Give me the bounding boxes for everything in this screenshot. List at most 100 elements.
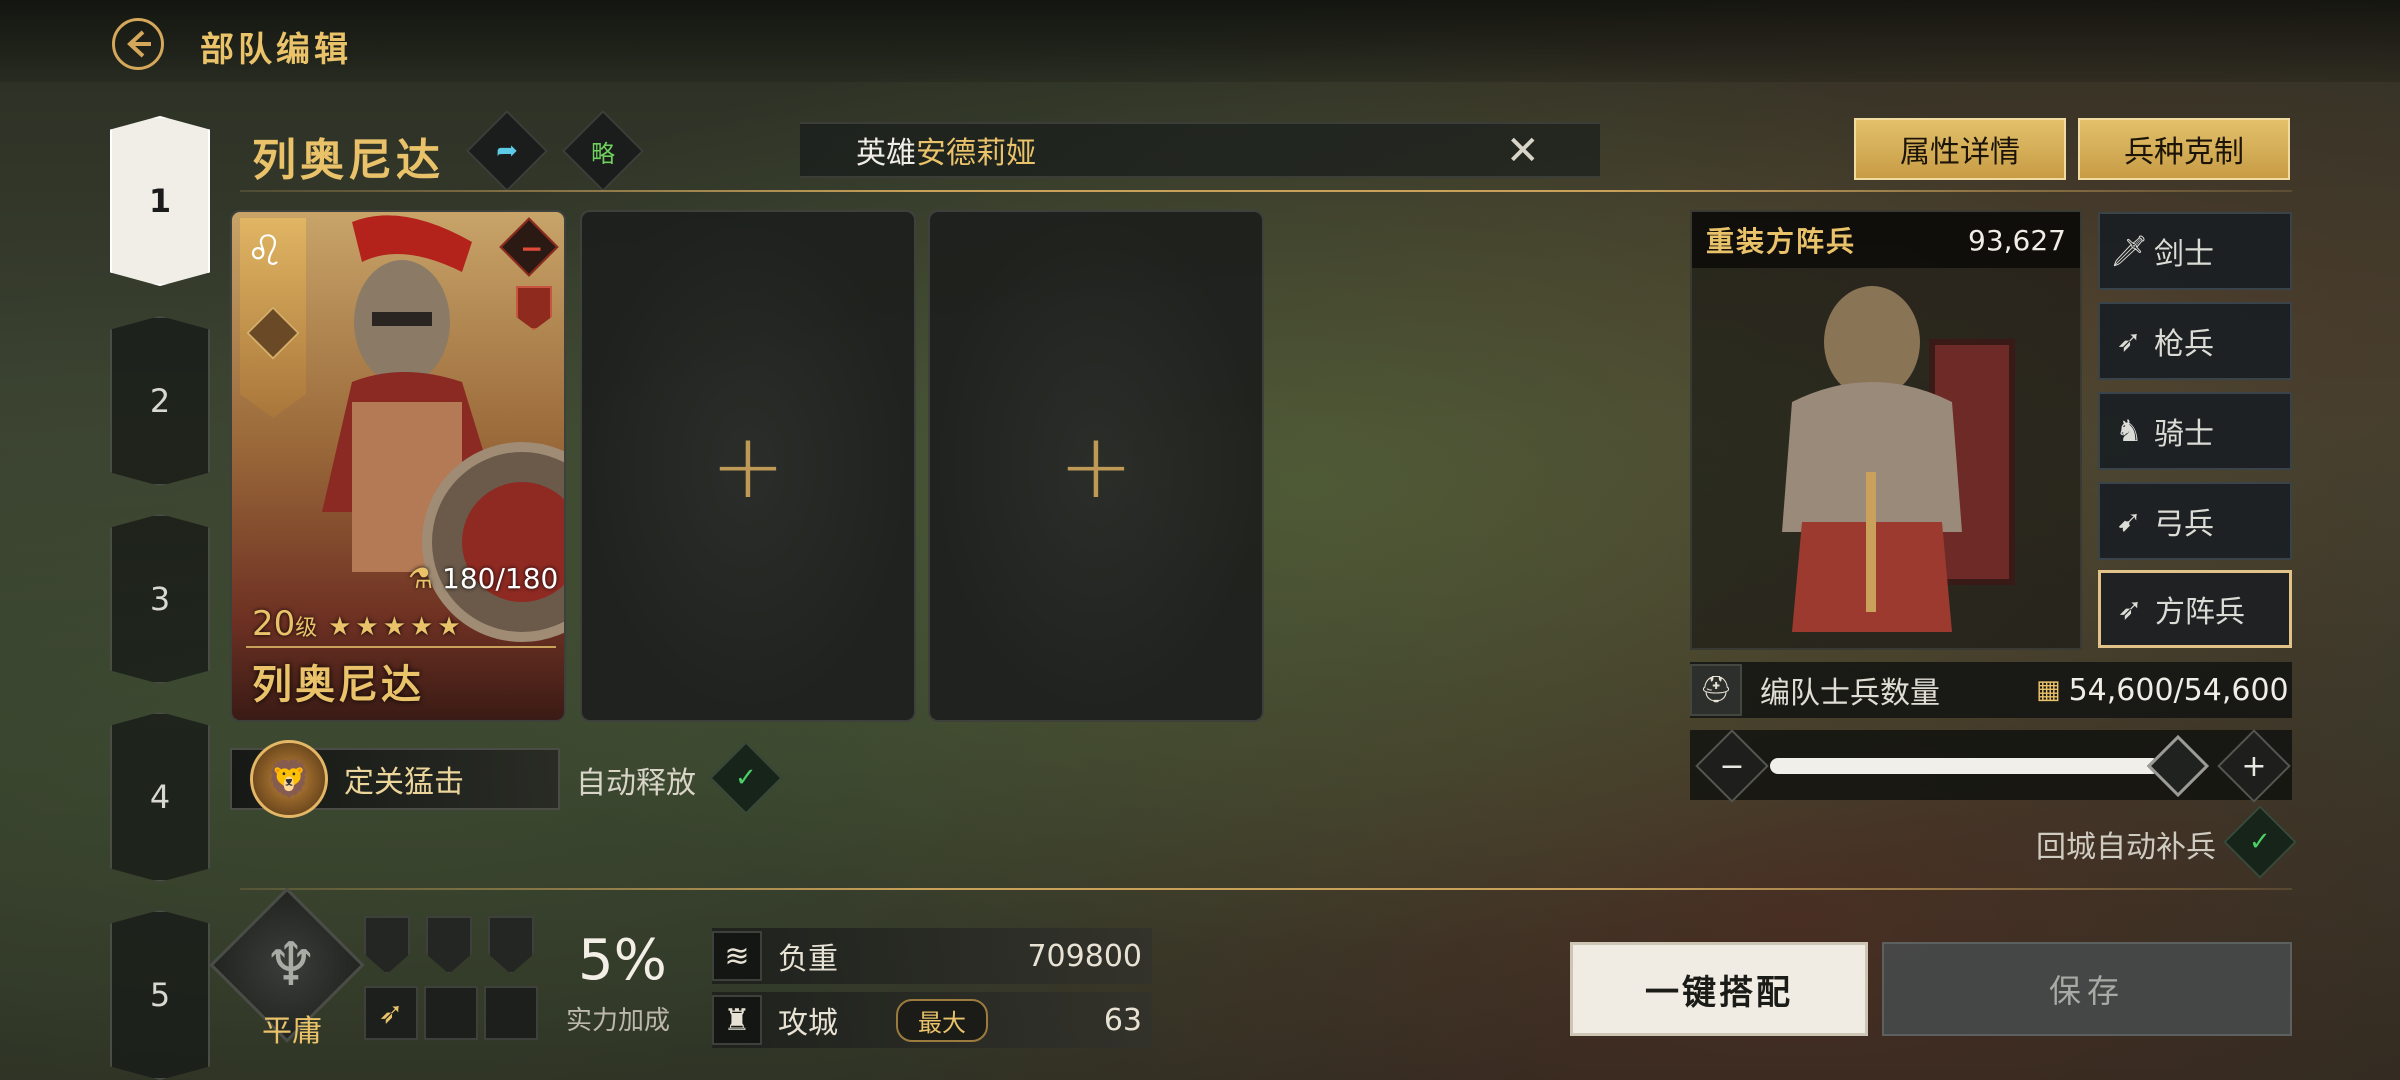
empty-hero-slot-2[interactable]: + xyxy=(580,210,916,722)
slot-label: 2 xyxy=(149,382,171,420)
save-button[interactable]: 保存 xyxy=(1882,942,2292,1036)
unit-type-knight[interactable]: ♞ 骑士 xyxy=(2098,392,2292,470)
search-prefix: 英雄 xyxy=(856,136,916,171)
load-value: 709800 xyxy=(1027,938,1142,974)
title-bar xyxy=(0,0,2400,82)
sword-icon: 🗡 xyxy=(2109,233,2149,269)
power-bonus-value: 5% xyxy=(578,928,667,993)
flask-icon: ⚗ xyxy=(408,562,434,595)
soldier-count-label: 编队士兵数量 xyxy=(1760,676,1940,711)
search-value: 安德莉娅 xyxy=(916,136,1036,171)
auto-release-label: 自动释放 xyxy=(576,766,696,801)
gear-slot-3[interactable] xyxy=(488,916,534,974)
lion-emblem-icon: ♌ xyxy=(246,226,284,275)
auto-equip-button[interactable]: 一键搭配 xyxy=(1570,942,1868,1036)
auto-refill-checkbox[interactable]: ✓ xyxy=(2223,805,2297,879)
hero-name: 列奥尼达 xyxy=(252,135,444,186)
unit-header: 重装方阵兵 93,627 xyxy=(1692,212,2080,268)
slot-label: 1 xyxy=(148,182,172,220)
layers-icon: ≋ xyxy=(712,931,762,981)
divider xyxy=(240,190,2292,192)
share-button[interactable]: ➦ xyxy=(465,109,549,193)
star-rating: ★★★★★ xyxy=(328,612,465,642)
unit-count: 93,627 xyxy=(1968,223,2066,257)
empty-hero-slot-3[interactable]: + xyxy=(928,210,1264,722)
slot-4[interactable]: 4 xyxy=(110,712,210,882)
skill-lion-icon: 🦁 xyxy=(250,740,328,818)
gear-slot-2[interactable] xyxy=(426,916,472,974)
slot-label: 5 xyxy=(149,976,171,1014)
plus-icon: + xyxy=(710,413,786,519)
divider xyxy=(240,888,2292,890)
bow-icon: ➹ xyxy=(2116,503,2142,539)
spear-slot[interactable]: ➶ xyxy=(364,986,418,1040)
slot-1[interactable]: 1 xyxy=(110,116,210,286)
unit-type-label: 方阵兵 xyxy=(2155,595,2245,630)
siege-row: ♜ 攻城 最大 63 xyxy=(712,992,1152,1048)
empty-slot[interactable] xyxy=(424,986,478,1040)
calculator-icon: ▦ xyxy=(2036,675,2061,705)
page-title: 部队编辑 xyxy=(200,30,352,70)
slider-track[interactable] xyxy=(1770,758,2160,774)
trident-icon: ♆ xyxy=(264,930,318,1000)
attributes-button[interactable]: 属性详情 xyxy=(1854,118,2066,180)
unit-type-spearman[interactable]: ➶ 枪兵 xyxy=(2098,302,2292,380)
card-divider xyxy=(246,646,556,648)
slot-label: 4 xyxy=(149,778,171,816)
slider-handle[interactable] xyxy=(2146,734,2210,798)
minus-icon: − xyxy=(1719,748,1745,784)
empty-slot[interactable] xyxy=(484,986,538,1040)
slot-5[interactable]: 5 xyxy=(110,910,210,1080)
unit-type-archer[interactable]: ➹ 弓兵 xyxy=(2098,482,2292,560)
unit-type-phalanx[interactable]: ➶ 方阵兵 xyxy=(2098,570,2292,648)
share-arrow-icon: ➦ xyxy=(496,136,518,166)
plus-icon: + xyxy=(1058,413,1134,519)
soldier-count-value: 54,600/54,600 xyxy=(2068,672,2289,708)
check-icon: ✓ xyxy=(2249,826,2271,857)
helmet-icon: ⛑ xyxy=(1690,664,1742,716)
load-label: 负重 xyxy=(778,942,838,977)
siege-value: 63 xyxy=(1103,1002,1142,1038)
unit-panel: 重装方阵兵 93,627 xyxy=(1690,210,2082,650)
siege-label: 攻城 xyxy=(778,1006,838,1041)
gear-slot-1[interactable] xyxy=(364,916,410,974)
spear-icon: ➶ xyxy=(2117,591,2143,627)
formation-label: 平庸 xyxy=(262,1014,322,1049)
stamina-value: 180/180 xyxy=(442,562,559,595)
hero-level: 20级 ★★★★★ xyxy=(252,604,465,644)
level-unit: 级 xyxy=(295,616,318,641)
check-icon: ✓ xyxy=(735,762,757,793)
strategy-button[interactable]: 略 xyxy=(561,109,645,193)
skill-name: 定关猛击 xyxy=(344,765,464,800)
increase-button[interactable]: + xyxy=(2217,729,2291,803)
close-icon[interactable]: ✕ xyxy=(1506,128,1540,174)
unit-name: 重装方阵兵 xyxy=(1706,225,1857,258)
unit-type-label: 弓兵 xyxy=(2154,507,2214,542)
hero-card-name: 列奥尼达 xyxy=(252,662,424,708)
arrow-left-icon xyxy=(127,30,151,58)
back-button[interactable] xyxy=(112,18,164,70)
slot-3[interactable]: 3 xyxy=(110,514,210,684)
horse-icon: ♞ xyxy=(2115,413,2143,449)
spear-icon: ➶ xyxy=(378,995,404,1031)
slot-label: 3 xyxy=(149,580,171,618)
slot-2[interactable]: 2 xyxy=(110,316,210,486)
siege-icon: ♜ xyxy=(712,995,762,1045)
plus-icon: + xyxy=(2241,748,2267,784)
unit-type-label: 剑士 xyxy=(2154,237,2214,272)
unit-portrait xyxy=(1782,286,2015,632)
unit-type-label: 枪兵 xyxy=(2154,327,2214,362)
hero-search-bar[interactable]: 英雄 安德莉娅 xyxy=(800,122,1600,178)
auto-release-checkbox[interactable]: ✓ xyxy=(709,741,783,815)
decrease-button[interactable]: − xyxy=(1695,729,1769,803)
soldier-count-row: ⛑ 编队士兵数量 ▦ 54,600/54,600 xyxy=(1690,662,2292,718)
strategy-label: 略 xyxy=(591,139,615,168)
minus-icon: − xyxy=(520,232,544,265)
unit-type-swordsman[interactable]: 🗡 剑士 xyxy=(2098,212,2292,290)
hero-card[interactable]: ♌ − ⚗ 180/180 20级 ★★★★★ 列奥尼达 xyxy=(230,210,566,722)
soldier-slider[interactable]: − + xyxy=(1690,729,2292,803)
level-value: 20 xyxy=(252,604,296,644)
load-row: ≋ 负重 709800 xyxy=(712,928,1152,984)
power-bonus-label: 实力加成 xyxy=(566,1006,671,1036)
counter-button[interactable]: 兵种克制 xyxy=(2078,118,2290,180)
